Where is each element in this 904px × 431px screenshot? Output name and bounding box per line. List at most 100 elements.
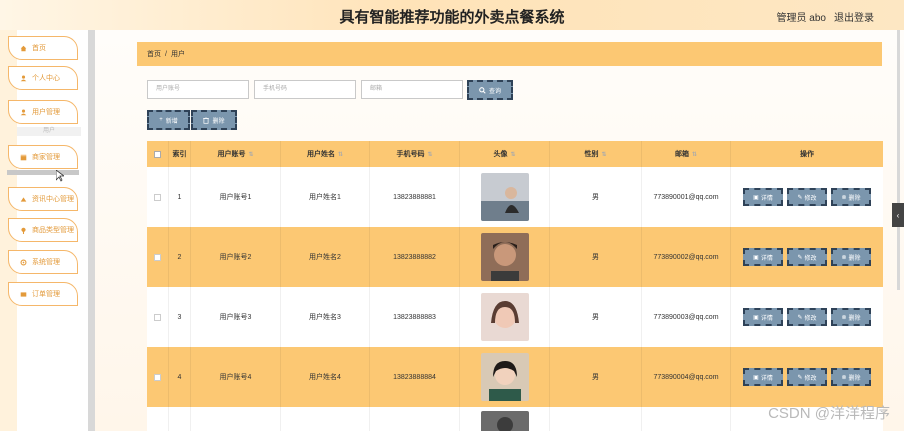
detail-icon: ▣ xyxy=(753,314,759,321)
table-row[interactable]: 2 用户账号2 用户姓名2 13823888882 男 773890002@qq… xyxy=(147,227,883,287)
account-search-input[interactable]: 用户账号 xyxy=(147,80,249,99)
detail-button[interactable]: ▣ 详情 xyxy=(743,248,783,266)
header-account[interactable]: 用户账号 ⇅ xyxy=(191,141,281,167)
sidebar-item-orders[interactable]: 订单管理 xyxy=(8,282,78,306)
header-avatar[interactable]: 头像 ⇅ xyxy=(460,141,550,167)
row-name-cell xyxy=(281,407,370,431)
row-phone: 13823888884 xyxy=(370,347,460,407)
sidebar-scroll-thumb[interactable] xyxy=(7,170,79,175)
row-sex-cell xyxy=(550,407,642,431)
edit-button[interactable]: ✎ 修改 xyxy=(787,188,827,206)
table-row[interactable]: 1 用户账号1 用户姓名1 13823888881 男 773890001@qq… xyxy=(147,167,883,227)
avatar-image[interactable] xyxy=(480,293,529,341)
plus-icon: + xyxy=(159,117,163,123)
main-scrollbar[interactable] xyxy=(897,30,900,290)
delete-label: 删除 xyxy=(848,195,861,202)
row-account: 用户账号1 xyxy=(191,167,281,227)
breadcrumb-separator: / xyxy=(165,50,167,58)
header-index: 索引 xyxy=(169,141,191,167)
delete-button[interactable]: ⊗ 删除 xyxy=(831,308,871,326)
row-avatar-cell xyxy=(460,287,550,347)
row-name: 用户姓名4 xyxy=(281,347,370,407)
trash-icon: ⊗ xyxy=(841,194,847,201)
row-checkbox[interactable] xyxy=(154,193,161,201)
sidebar-item-profile[interactable]: 个人中心 xyxy=(8,66,78,90)
header-phone[interactable]: 手机号码 ⇅ xyxy=(370,141,460,167)
batch-delete-button[interactable]: 删除 xyxy=(191,110,237,130)
row-phone-cell xyxy=(370,407,460,431)
row-phone: 13823888883 xyxy=(370,287,460,347)
sort-icon[interactable]: ⇅ xyxy=(601,151,606,158)
sidebar-item-system[interactable]: 系统管理 xyxy=(8,250,78,274)
edit-button[interactable]: ✎ 修改 xyxy=(787,248,827,266)
row-account: 用户账号2 xyxy=(191,227,281,287)
row-email: 773890001@qq.com xyxy=(642,167,731,227)
table-row[interactable]: 3 用户账号3 用户姓名3 13823888883 男 773890003@qq… xyxy=(147,287,883,347)
sort-icon[interactable]: ⇅ xyxy=(510,151,515,158)
avatar-image[interactable] xyxy=(480,411,529,431)
row-phone: 13823888882 xyxy=(370,227,460,287)
delete-button[interactable]: ⊗ 删除 xyxy=(831,368,871,386)
sidebar-item-home[interactable]: 首页 xyxy=(8,36,78,60)
edit-button[interactable]: ✎ 修改 xyxy=(787,368,827,386)
delete-button-label: 删除 xyxy=(212,118,225,125)
admin-label: 管理员 abo xyxy=(776,13,826,24)
row-checkbox[interactable] xyxy=(154,373,161,381)
row-sex: 男 xyxy=(550,347,642,407)
person-icon xyxy=(20,75,27,81)
search-button-label: 查询 xyxy=(488,88,501,95)
sidebar-subitem-users[interactable]: 用户 xyxy=(17,127,81,136)
header-index-label: 索引 xyxy=(172,151,187,158)
edit-icon: ✎ xyxy=(797,194,803,201)
row-checkbox[interactable] xyxy=(154,313,161,321)
table-header: 索引 用户账号 ⇅ 用户姓名 ⇅ 手机号码 ⇅ 头像 ⇅ 性别 ⇅ 邮箱 ⇅ 操作 xyxy=(147,141,883,167)
settings-icon xyxy=(20,259,27,265)
tag-icon xyxy=(21,227,26,234)
delete-button[interactable]: ⊗ 删除 xyxy=(831,188,871,206)
detail-button[interactable]: ▣ 详情 xyxy=(743,368,783,386)
row-name: 用户姓名2 xyxy=(281,227,370,287)
detail-label: 详情 xyxy=(760,375,773,382)
sort-icon[interactable]: ⇅ xyxy=(427,151,432,158)
delete-button[interactable]: ⊗ 删除 xyxy=(831,248,871,266)
table-row[interactable]: 4 用户账号4 用户姓名4 13823888884 男 773890004@qq… xyxy=(147,347,883,407)
row-checkbox[interactable] xyxy=(154,253,161,261)
search-icon xyxy=(479,86,486,94)
shop-icon xyxy=(20,154,27,160)
sidebar-item-users[interactable]: 用户管理 xyxy=(8,100,78,124)
header-sex[interactable]: 性别 ⇅ xyxy=(550,141,642,167)
detail-button[interactable]: ▣ 详情 xyxy=(743,308,783,326)
edit-icon: ✎ xyxy=(797,254,803,261)
top-bar: 具有智能推荐功能的外卖点餐系统 管理员 abo 退出登录 xyxy=(0,0,904,30)
collapse-tab[interactable]: ‹ xyxy=(892,203,904,227)
sort-icon[interactable]: ⇅ xyxy=(338,151,343,158)
sort-icon[interactable]: ⇅ xyxy=(248,151,253,158)
add-button[interactable]: + 新增 xyxy=(147,110,190,130)
sidebar-item-news[interactable]: 资讯中心管理 xyxy=(8,187,78,211)
breadcrumb-home[interactable]: 首页 xyxy=(147,49,161,59)
phone-search-input[interactable]: 手机号码 xyxy=(254,80,356,99)
sidebar-item-product-types[interactable]: 商品类型管理 xyxy=(8,218,78,242)
avatar-image[interactable] xyxy=(480,173,529,221)
select-all-checkbox[interactable] xyxy=(154,150,161,158)
row-name: 用户姓名3 xyxy=(281,287,370,347)
row-checkbox-cell xyxy=(147,347,169,407)
logout-link[interactable]: 退出登录 xyxy=(834,9,874,24)
email-search-input[interactable]: 邮箱 xyxy=(361,80,463,99)
sidebar-item-label: 个人中心 xyxy=(32,75,60,82)
detail-label: 详情 xyxy=(760,315,773,322)
add-button-label: 新增 xyxy=(165,118,178,125)
search-button[interactable]: 查询 xyxy=(467,80,513,100)
detail-button[interactable]: ▣ 详情 xyxy=(743,188,783,206)
sidebar-item-label: 资讯中心管理 xyxy=(32,196,74,203)
sidebar-item-merchants[interactable]: 商家管理 xyxy=(8,145,78,169)
detail-icon: ▣ xyxy=(753,374,759,381)
avatar-image[interactable] xyxy=(480,233,529,281)
sidebar-scrollbar[interactable] xyxy=(88,30,95,431)
header-email[interactable]: 邮箱 ⇅ xyxy=(642,141,731,167)
avatar-image[interactable] xyxy=(480,353,529,401)
edit-button[interactable]: ✎ 修改 xyxy=(787,308,827,326)
sort-icon[interactable]: ⇅ xyxy=(692,151,697,158)
sidebar-item-label: 商品类型管理 xyxy=(32,227,74,234)
header-name[interactable]: 用户姓名 ⇅ xyxy=(281,141,370,167)
